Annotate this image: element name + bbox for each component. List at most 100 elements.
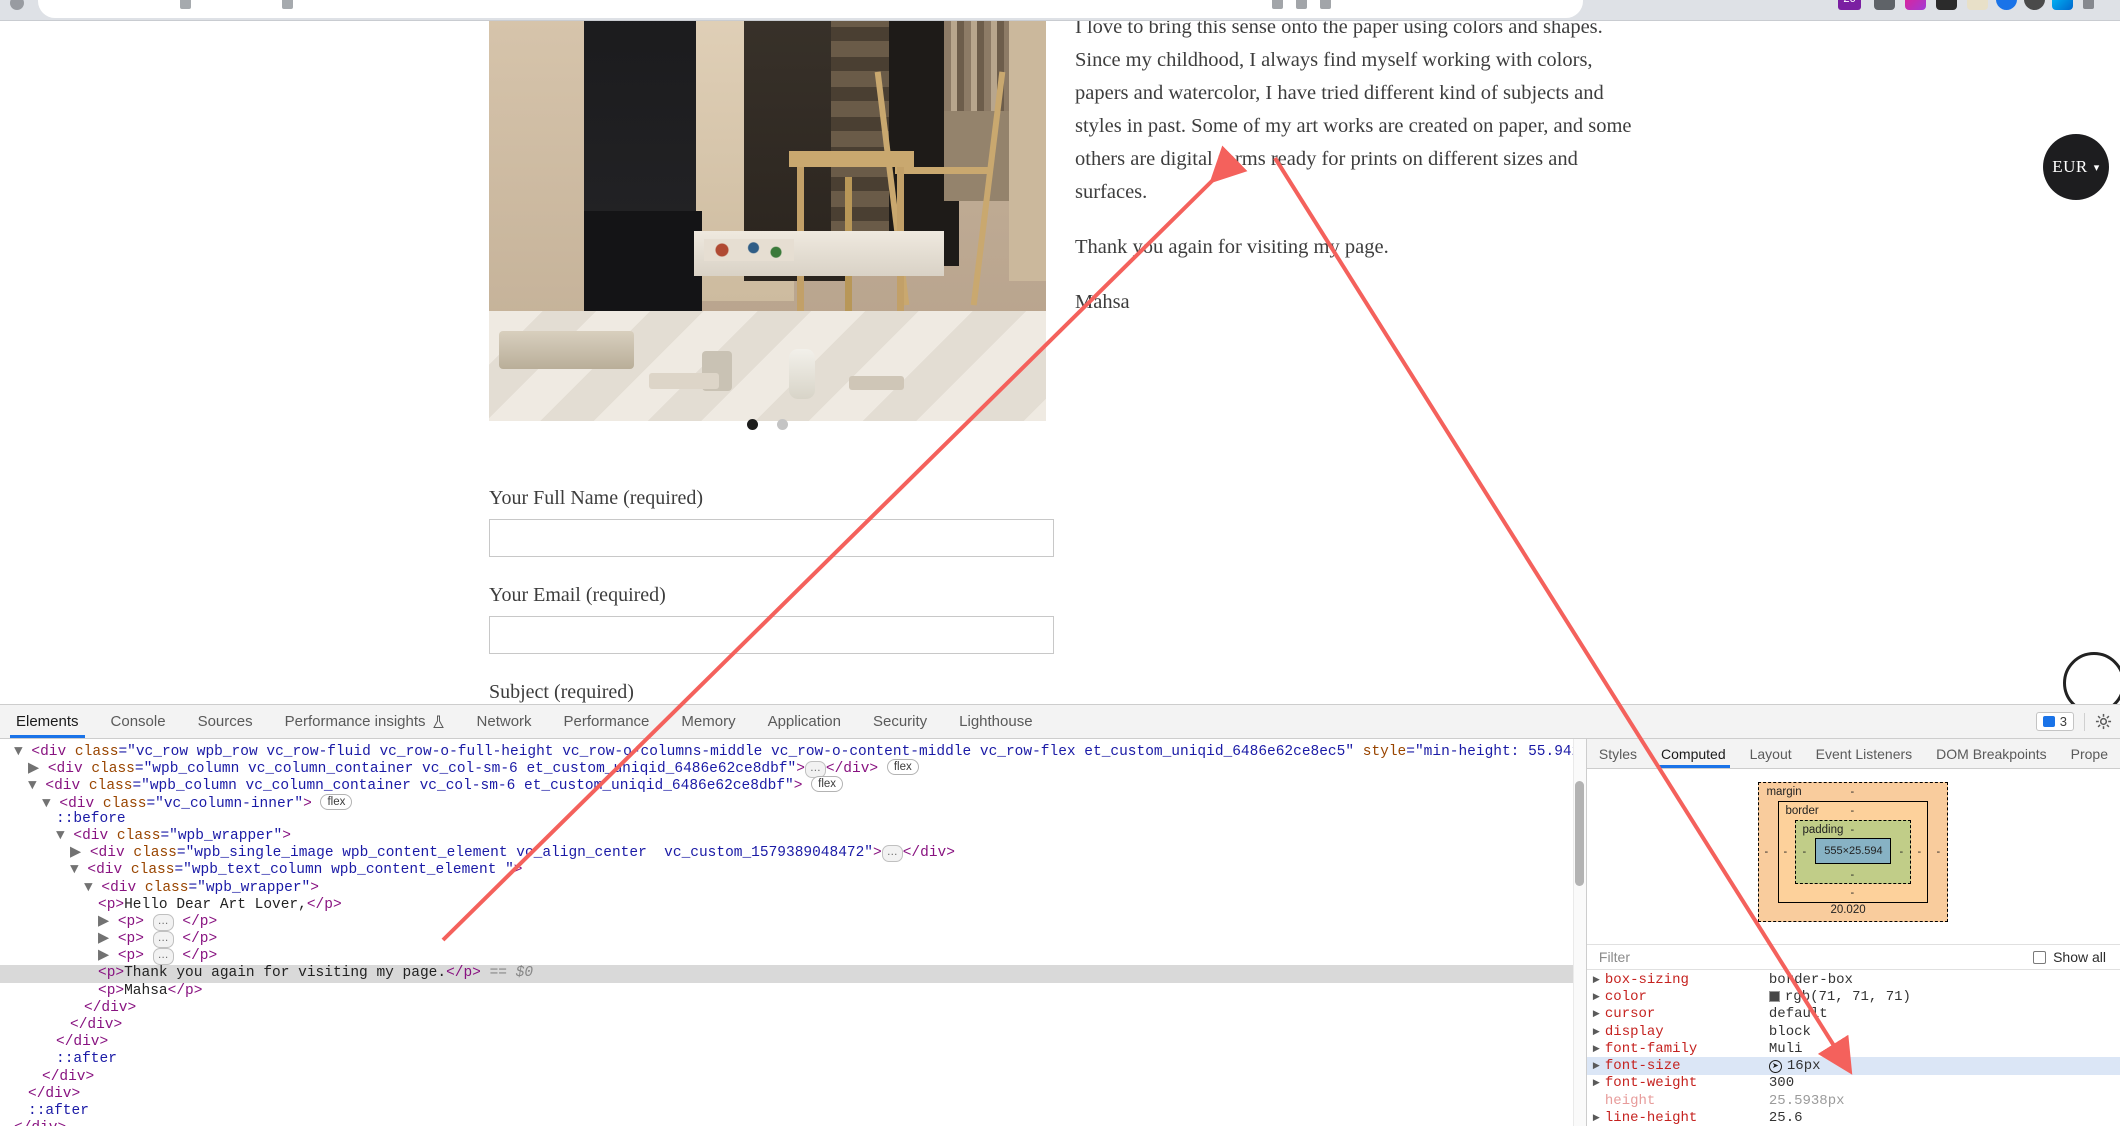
box-model-padding-right[interactable]: - — [1899, 846, 1903, 858]
dom-tree-row[interactable]: ▶ <p> … </p> — [0, 948, 1586, 966]
dom-tree-row[interactable]: ▼ <div class="wpb_wrapper"> — [0, 828, 1586, 845]
extension-icon-1[interactable] — [1874, 0, 1895, 10]
dom-tree-row[interactable]: ▼ <div class="wpb_wrapper"> — [0, 880, 1586, 897]
sidebar-tab-layout[interactable]: Layout — [1738, 739, 1804, 768]
dom-tree-row[interactable]: ▼ <div class="vc_row wpb_row vc_row-flui… — [0, 742, 1586, 760]
address-bar[interactable] — [38, 0, 1583, 18]
dom-tree[interactable]: ▼ <div class="vc_row wpb_row vc_row-flui… — [0, 739, 1586, 1126]
dom-tree-row[interactable]: </div> — [0, 1034, 1586, 1051]
email-input[interactable] — [489, 616, 1054, 654]
box-model-margin-left[interactable]: - — [1764, 846, 1768, 858]
disclosure-triangle[interactable]: ▶ — [1593, 975, 1605, 985]
dom-tree-row[interactable]: </div> — [0, 1000, 1586, 1017]
dom-tree-scroll-thumb[interactable] — [1574, 781, 1584, 886]
dom-tree-row[interactable]: ▶ <p> … </p> — [0, 931, 1586, 949]
computed-property-row[interactable]: ▶ font-family Muli — [1587, 1040, 2120, 1057]
disclosure-triangle[interactable]: ▶ — [1593, 1113, 1605, 1123]
tab-performance-insights[interactable]: Performance insights — [269, 705, 461, 738]
dom-tree-row[interactable]: <p>Thank you again for visiting my page.… — [0, 965, 1586, 983]
disclosure-triangle[interactable]: ▶ — [28, 761, 48, 777]
extension-icon-4[interactable] — [1967, 0, 1988, 10]
computed-property-row[interactable]: ▶ display block — [1587, 1023, 2120, 1040]
box-model-padding-bottom[interactable]: - — [1850, 869, 1854, 881]
disclosure-triangle[interactable]: ▼ — [28, 778, 45, 794]
floating-round-button[interactable] — [2063, 652, 2120, 704]
disclosure-triangle[interactable]: ▼ — [56, 828, 73, 844]
sidebar-tab-dom-breakpoints[interactable]: DOM Breakpoints — [1924, 739, 2058, 768]
dom-tree-row[interactable]: ::after — [0, 1103, 1586, 1120]
dom-tree-row[interactable]: ▼ <div class="wpb_text_column wpb_conten… — [0, 862, 1586, 879]
tab-performance[interactable]: Performance — [548, 705, 666, 738]
browser-menu-icon[interactable] — [2083, 0, 2094, 9]
box-model-padding-left[interactable]: - — [1802, 846, 1806, 858]
disclosure-triangle[interactable]: ▶ — [1593, 1044, 1605, 1054]
disclosure-triangle[interactable]: ▼ — [14, 744, 31, 760]
show-all-checkbox[interactable] — [2033, 950, 2047, 964]
computed-property-row[interactable]: ▶ line-height 25.6 — [1587, 1109, 2120, 1126]
disclosure-triangle[interactable]: ▶ — [1593, 1009, 1605, 1019]
tab-console[interactable]: Console — [95, 705, 182, 738]
tab-memory[interactable]: Memory — [665, 705, 751, 738]
box-model-border-right[interactable]: - — [1917, 846, 1921, 858]
box-model-content[interactable]: 555×25.594 — [1815, 838, 1892, 864]
disclosure-triangle[interactable]: ▼ — [70, 862, 87, 878]
dom-tree-row[interactable]: ▶ <div class="wpb_single_image wpb_conte… — [0, 845, 1586, 863]
computed-property-row[interactable]: ▶ font-size ➤ 16px — [1586, 1057, 2120, 1075]
dom-tree-scrollbar[interactable] — [1572, 739, 1586, 1126]
computed-property-row[interactable]: ▶ font-weight 300 — [1587, 1075, 2120, 1092]
computed-filter-input[interactable]: Filter — [1587, 949, 2033, 965]
box-model-margin-bottom[interactable]: 20.020 — [1830, 904, 1865, 916]
carousel-dot-1[interactable] — [747, 419, 759, 430]
dom-tree-row[interactable]: </div> — [0, 1069, 1586, 1086]
tab-network[interactable]: Network — [461, 705, 548, 738]
message-count-badge[interactable]: 3 — [2035, 712, 2074, 731]
sidebar-tab-properties[interactable]: Prope — [2059, 739, 2120, 768]
computed-property-row[interactable]: ▶ cursor default — [1587, 1006, 2120, 1023]
currency-switcher-button[interactable]: EUR ▾ — [2043, 134, 2109, 200]
extension-icon-5[interactable] — [1996, 0, 2017, 10]
omnibox-menu-icon[interactable] — [1320, 0, 1331, 9]
box-model-padding-top[interactable]: - — [1850, 824, 1854, 836]
tab-application[interactable]: Application — [752, 705, 857, 738]
tab-elements[interactable]: Elements — [0, 705, 95, 738]
tab-sources[interactable]: Sources — [182, 705, 269, 738]
flex-badge[interactable]: flex — [320, 793, 353, 810]
goto-source-icon[interactable]: ➤ — [1768, 1059, 1782, 1073]
extension-icon-6[interactable] — [2024, 0, 2045, 10]
disclosure-triangle[interactable]: ▼ — [42, 796, 59, 812]
box-model-border-top[interactable]: - — [1850, 805, 1854, 817]
extension-icon-2[interactable] — [1905, 0, 1926, 10]
disclosure-triangle[interactable]: ▼ — [84, 880, 101, 896]
disclosure-triangle[interactable]: ▶ — [98, 914, 118, 930]
disclosure-triangle[interactable]: ▶ — [1593, 1061, 1605, 1071]
disclosure-triangle[interactable]: ▶ — [98, 931, 118, 947]
disclosure-triangle[interactable]: ▶ — [1593, 1078, 1605, 1088]
color-swatch[interactable] — [1768, 991, 1780, 1003]
dom-tree-row[interactable]: </div> — [0, 1017, 1586, 1034]
flex-badge[interactable]: flex — [811, 776, 844, 793]
sidebar-tab-computed[interactable]: Computed — [1649, 739, 1738, 768]
computed-property-row[interactable]: ▶ box-sizing border-box — [1587, 971, 2120, 988]
disclosure-triangle[interactable]: ▶ — [70, 845, 90, 861]
dom-tree-row[interactable]: <p>Mahsa</p> — [0, 983, 1586, 1000]
box-model-border-bottom[interactable]: - — [1850, 887, 1854, 899]
extension-icon-3[interactable] — [1936, 0, 1957, 10]
show-all-toggle[interactable]: Show all — [2033, 949, 2120, 965]
carousel-dots[interactable] — [489, 419, 1046, 430]
dom-tree-row[interactable]: ▶ <p> … </p> — [0, 913, 1586, 931]
disclosure-triangle[interactable]: ▶ — [1593, 1027, 1605, 1037]
dom-tree-row[interactable]: ::after — [0, 1051, 1586, 1068]
box-model-margin-right[interactable]: - — [1936, 846, 1940, 858]
extension-badge-icon[interactable]: 26 — [1838, 0, 1861, 10]
dom-tree-row[interactable]: </div> — [0, 1086, 1586, 1103]
computed-property-row[interactable]: ▶ color rgb(71, 71, 71) — [1587, 988, 2120, 1005]
dom-tree-row[interactable]: <p>Hello Dear Art Lover,</p> — [0, 897, 1586, 914]
tab-security[interactable]: Security — [857, 705, 943, 738]
computed-properties-list[interactable]: ▶ box-sizing border-box ▶ color rgb(71, 71, 7… — [1586, 971, 2120, 1126]
disclosure-triangle[interactable]: ▶ — [98, 948, 118, 964]
dom-tree-row[interactable]: ::before — [0, 811, 1586, 828]
full-name-input[interactable] — [489, 519, 1054, 557]
sidebar-tab-styles[interactable]: Styles — [1587, 739, 1649, 768]
box-model-border-left[interactable]: - — [1783, 846, 1787, 858]
dom-tree-row[interactable]: ▶ <div class="wpb_column vc_column_conta… — [0, 759, 1586, 779]
